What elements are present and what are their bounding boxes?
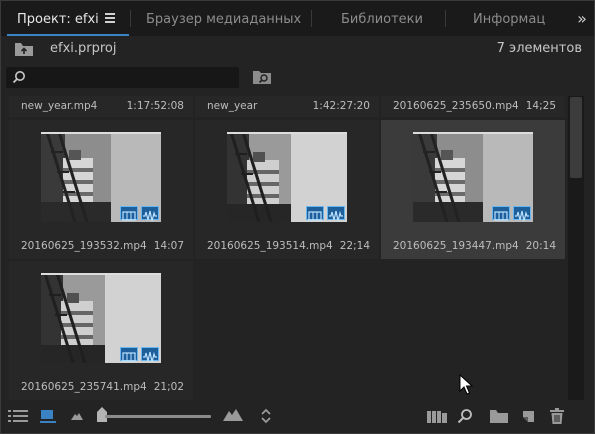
media-grid: new_year.mp4 1:17:52:08 new_year 1:42:27… [9, 96, 565, 400]
clip-item[interactable]: 20160625_235741.mp4 21;02 [9, 261, 193, 400]
clip-item[interactable]: new_year 1:42:27:20 [195, 96, 379, 117]
tab-bar: Проект: efxi Браузер медиаданных Библиот… [1, 1, 594, 36]
video-badge-icon [492, 206, 510, 221]
mouse-cursor-icon [459, 374, 473, 395]
icon-view-icon[interactable] [40, 409, 56, 424]
audio-badge-icon [141, 347, 159, 363]
vertical-scrollbar[interactable] [568, 96, 584, 400]
project-bin-icon[interactable] [15, 43, 33, 56]
find-icon[interactable] [457, 408, 473, 424]
clip-name: 20160625_193447.mp4 [393, 240, 519, 252]
tab-media-browser[interactable]: Браузер медиаданных [146, 1, 301, 36]
audio-badge-icon [141, 206, 159, 222]
clip-duration: 22;14 [339, 240, 370, 252]
panel-menu-icon[interactable] [105, 13, 115, 23]
small-thumb-icon[interactable] [71, 412, 83, 420]
search-box[interactable] [6, 67, 239, 88]
active-tab-indicator [7, 34, 129, 36]
zoom-slider-track[interactable] [105, 415, 211, 418]
audio-badge-icon [327, 206, 345, 222]
project-name: efxi.prproj [50, 41, 117, 56]
clip-item[interactable]: new_year.mp4 1:17:52:08 [9, 96, 193, 117]
clip-item-selected[interactable]: 20160625_193447.mp4 20:14 [381, 120, 565, 259]
new-item-icon[interactable] [520, 409, 536, 424]
tab-divider [130, 10, 131, 27]
sort-icon[interactable] [260, 408, 272, 424]
list-view-icon[interactable] [8, 409, 28, 423]
item-count: 7 элементов [496, 41, 582, 56]
large-thumb-icon[interactable] [223, 409, 243, 421]
tab-divider [445, 10, 446, 27]
search-input[interactable] [30, 69, 230, 86]
tab-project[interactable]: Проект: efxi [17, 1, 99, 36]
video-badge-icon [120, 347, 138, 362]
clip-duration: 14:07 [153, 240, 184, 252]
trash-icon[interactable] [550, 408, 564, 424]
bottom-toolbar [1, 401, 594, 433]
tab-libraries[interactable]: Библиотеки [341, 1, 423, 36]
tab-divider [311, 10, 312, 27]
clip-duration: 20:14 [525, 240, 556, 252]
clip-duration: 14;25 [525, 100, 556, 112]
clip-duration: 1:42:27:20 [312, 100, 370, 112]
scrollbar-thumb[interactable] [570, 97, 582, 178]
project-panel: Проект: efxi Браузер медиаданных Библиот… [0, 0, 595, 434]
auto-sequence-icon[interactable] [427, 411, 447, 423]
tab-overflow-button[interactable]: » [571, 6, 593, 32]
clip-item[interactable]: 20160625_235650.mp4 14;25 [381, 96, 565, 117]
clip-duration: 21;02 [153, 381, 184, 393]
video-badge-icon [306, 206, 324, 221]
tab-info[interactable]: Информац [473, 1, 569, 36]
clip-duration: 1:17:52:08 [126, 100, 184, 112]
clip-item[interactable]: 20160625_193532.mp4 14:07 [9, 120, 193, 259]
clip-name: 20160625_193532.mp4 [21, 240, 147, 252]
clip-name: new_year [207, 100, 258, 112]
clip-item[interactable]: 20160625_193514.mp4 22;14 [195, 120, 379, 259]
search-icon [12, 71, 25, 84]
find-in-bin-icon[interactable] [253, 69, 273, 85]
clip-name: 20160625_193514.mp4 [207, 240, 333, 252]
clip-name: 20160625_235650.mp4 [393, 100, 519, 112]
project-header: efxi.prproj 7 элементов [1, 37, 594, 63]
audio-badge-icon [513, 206, 531, 222]
video-badge-icon [120, 206, 138, 221]
clip-name: 20160625_235741.mp4 [21, 381, 147, 393]
clip-name: new_year.mp4 [21, 100, 98, 112]
new-bin-icon[interactable] [490, 410, 508, 423]
